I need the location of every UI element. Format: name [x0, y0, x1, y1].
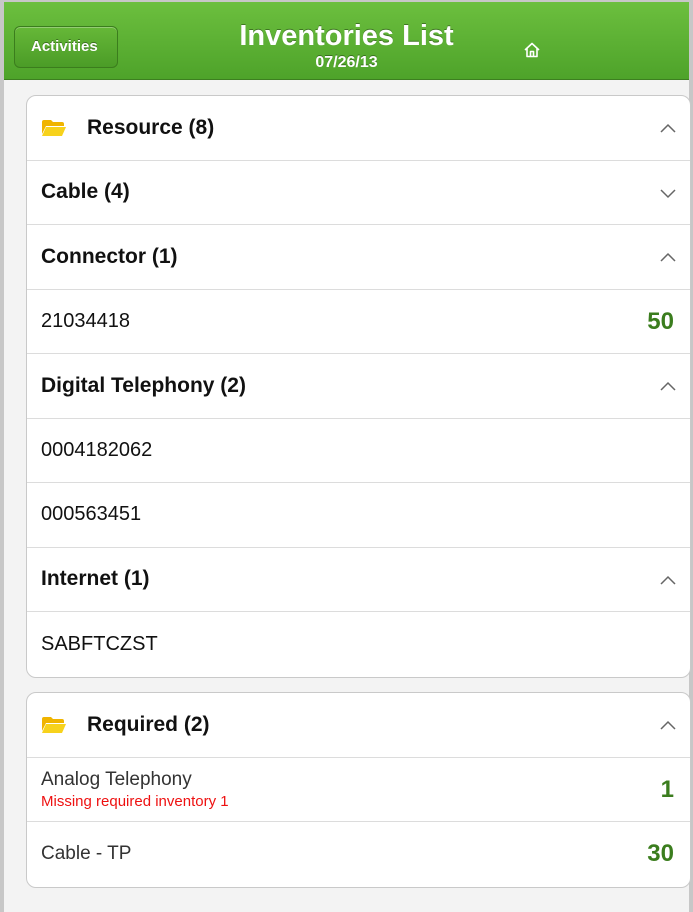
- subgroup-label: Digital Telephony (2): [41, 373, 246, 397]
- required-card: Required (2) Analog Telephony Missing re…: [26, 692, 691, 888]
- list-item[interactable]: SABFTCZST: [27, 612, 690, 677]
- item-quantity: 1: [660, 775, 674, 803]
- subgroup-digital-telephony[interactable]: Digital Telephony (2): [27, 354, 690, 419]
- chevron-up-icon[interactable]: [660, 717, 676, 733]
- required-group-header[interactable]: Required (2): [27, 693, 690, 758]
- item-id: 000563451: [41, 503, 142, 526]
- item-id: SABFTCZST: [41, 632, 158, 655]
- subgroup-label: Cable (4): [41, 180, 130, 204]
- list-item[interactable]: 000563451: [27, 483, 690, 548]
- chevron-up-icon[interactable]: [660, 378, 676, 394]
- item-id: 0004182062: [41, 438, 153, 461]
- list-item[interactable]: 0004182062: [27, 419, 690, 483]
- home-icon[interactable]: [522, 40, 542, 60]
- folder-icon: [42, 119, 66, 136]
- subgroup-label: Internet (1): [41, 567, 150, 591]
- subgroup-cable[interactable]: Cable (4): [27, 161, 690, 225]
- header-bar: Activities Inventories List 07/26/13: [4, 2, 689, 80]
- page-date: 07/26/13: [315, 54, 378, 71]
- chevron-down-icon[interactable]: [660, 185, 676, 201]
- list-item[interactable]: Analog Telephony Missing required invent…: [27, 758, 690, 822]
- chevron-up-icon[interactable]: [660, 120, 676, 136]
- chevron-up-icon[interactable]: [660, 572, 676, 588]
- resource-group-header[interactable]: Resource (8): [27, 96, 690, 161]
- item-name: Analog Telephony: [41, 768, 192, 790]
- list-item[interactable]: Cable - TP 30: [27, 822, 690, 887]
- resource-group-label: Resource (8): [87, 115, 215, 139]
- item-name: Cable - TP: [41, 843, 132, 865]
- subgroup-connector[interactable]: Connector (1): [27, 225, 690, 290]
- list-item[interactable]: 21034418 50: [27, 290, 690, 354]
- subgroup-label: Connector (1): [41, 244, 178, 268]
- folder-icon: [42, 716, 66, 733]
- subgroup-internet[interactable]: Internet (1): [27, 548, 690, 612]
- required-group-label: Required (2): [87, 712, 210, 736]
- item-id: 21034418: [41, 309, 130, 332]
- warning-text: Missing required inventory 1: [41, 792, 229, 810]
- resource-card: Resource (8) Cable (4) Connector (1) 210…: [26, 95, 691, 678]
- item-quantity: 30: [647, 840, 674, 867]
- item-quantity: 50: [647, 307, 674, 335]
- page-title: Inventories List: [239, 20, 454, 52]
- chevron-up-icon[interactable]: [660, 249, 676, 265]
